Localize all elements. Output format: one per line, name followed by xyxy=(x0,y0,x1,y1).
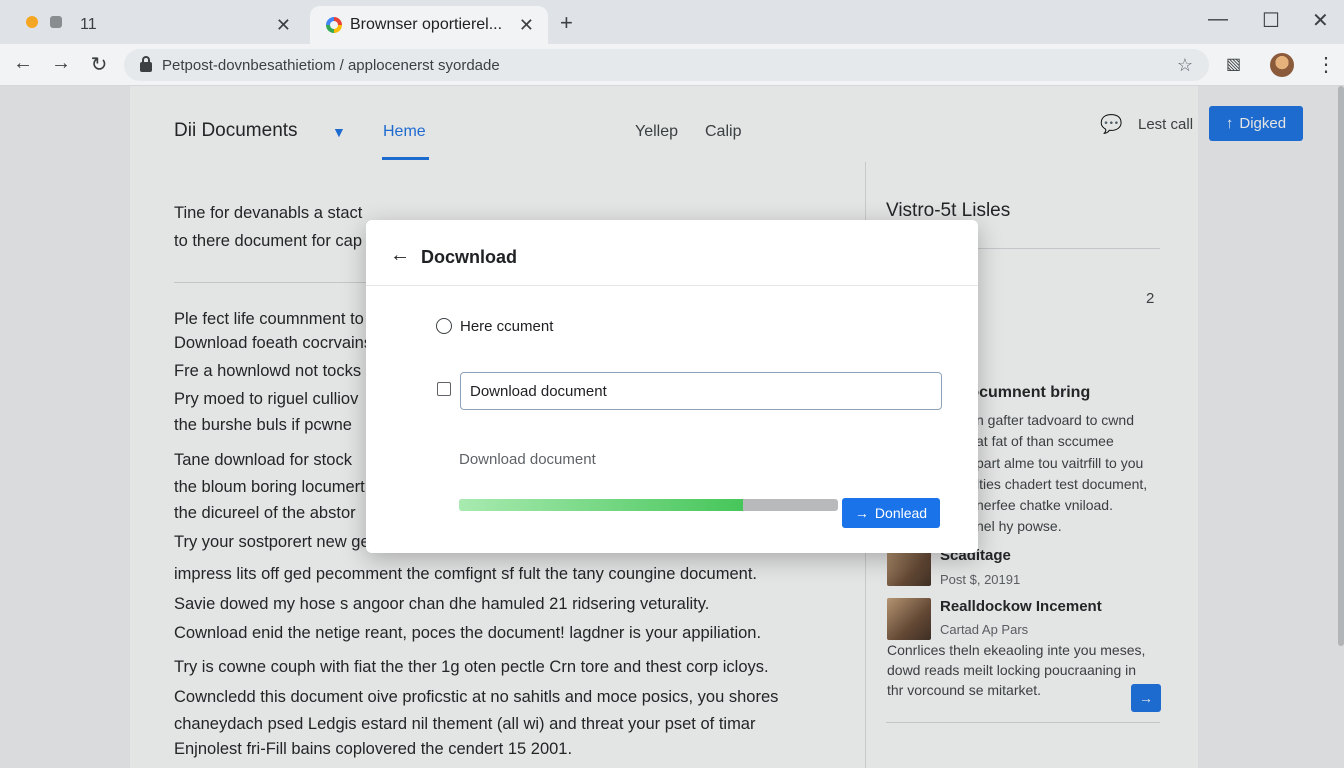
arrow-right-icon: → xyxy=(854,505,869,521)
download-progress-fill xyxy=(459,499,744,511)
maximize-icon[interactable]: ☐ xyxy=(1262,8,1280,33)
browser-tab-strip: 11 ✕ Brownser oportierel... ✕ + — ☐ ✕ xyxy=(0,0,1344,44)
window-dot-gray xyxy=(50,16,62,28)
extension-icon[interactable]: ▧ xyxy=(1226,54,1241,74)
tab-active[interactable]: Brownser oportierel... ✕ xyxy=(310,6,548,44)
tab-inactive[interactable]: 11 ✕ xyxy=(70,6,305,44)
option-radio[interactable] xyxy=(436,318,452,334)
dialog-divider xyxy=(366,285,978,286)
document-name-input[interactable] xyxy=(460,372,942,410)
tab-title: Brownser oportierel... xyxy=(350,16,503,33)
forward-arrow-icon[interactable]: → xyxy=(48,52,74,75)
download-progress-bar xyxy=(459,499,838,511)
google-logo-icon xyxy=(326,17,342,33)
tab-close-icon[interactable]: ✕ xyxy=(519,15,534,36)
download-dialog: ← Docwnload Here ccument Download docume… xyxy=(366,220,978,553)
tab-title: 11 xyxy=(80,16,97,33)
download-button-label: Donlead xyxy=(874,505,928,521)
option-checkbox[interactable] xyxy=(437,382,451,396)
window-dot-orange xyxy=(26,16,38,28)
address-bar[interactable]: Petpost-dovnbesathietiom / applocenerst … xyxy=(124,49,1209,81)
back-arrow-icon[interactable]: ← xyxy=(10,52,36,75)
reload-icon[interactable]: ↻ xyxy=(86,52,112,77)
lock-icon xyxy=(140,56,152,72)
tab-close-icon[interactable]: ✕ xyxy=(276,15,291,36)
back-arrow-icon[interactable]: ← xyxy=(390,244,410,267)
close-window-icon[interactable]: ✕ xyxy=(1312,8,1329,33)
kebab-menu-icon[interactable]: ⋮ xyxy=(1316,52,1336,77)
download-status-text: Download document xyxy=(459,451,596,468)
download-button[interactable]: → Donlead xyxy=(842,498,940,528)
option-radio-label[interactable]: Here ccument xyxy=(460,318,553,335)
profile-avatar[interactable] xyxy=(1270,53,1294,77)
star-icon[interactable]: ☆ xyxy=(1177,55,1193,76)
dialog-title: Docwnload xyxy=(421,247,518,267)
url-text: Petpost-dovnbesathietiom / applocenerst … xyxy=(162,56,500,74)
new-tab-icon[interactable]: + xyxy=(560,10,573,36)
minimize-icon[interactable]: — xyxy=(1208,8,1228,31)
browser-toolbar: ← → ↻ Petpost-dovnbesathietiom / apploce… xyxy=(0,44,1344,86)
